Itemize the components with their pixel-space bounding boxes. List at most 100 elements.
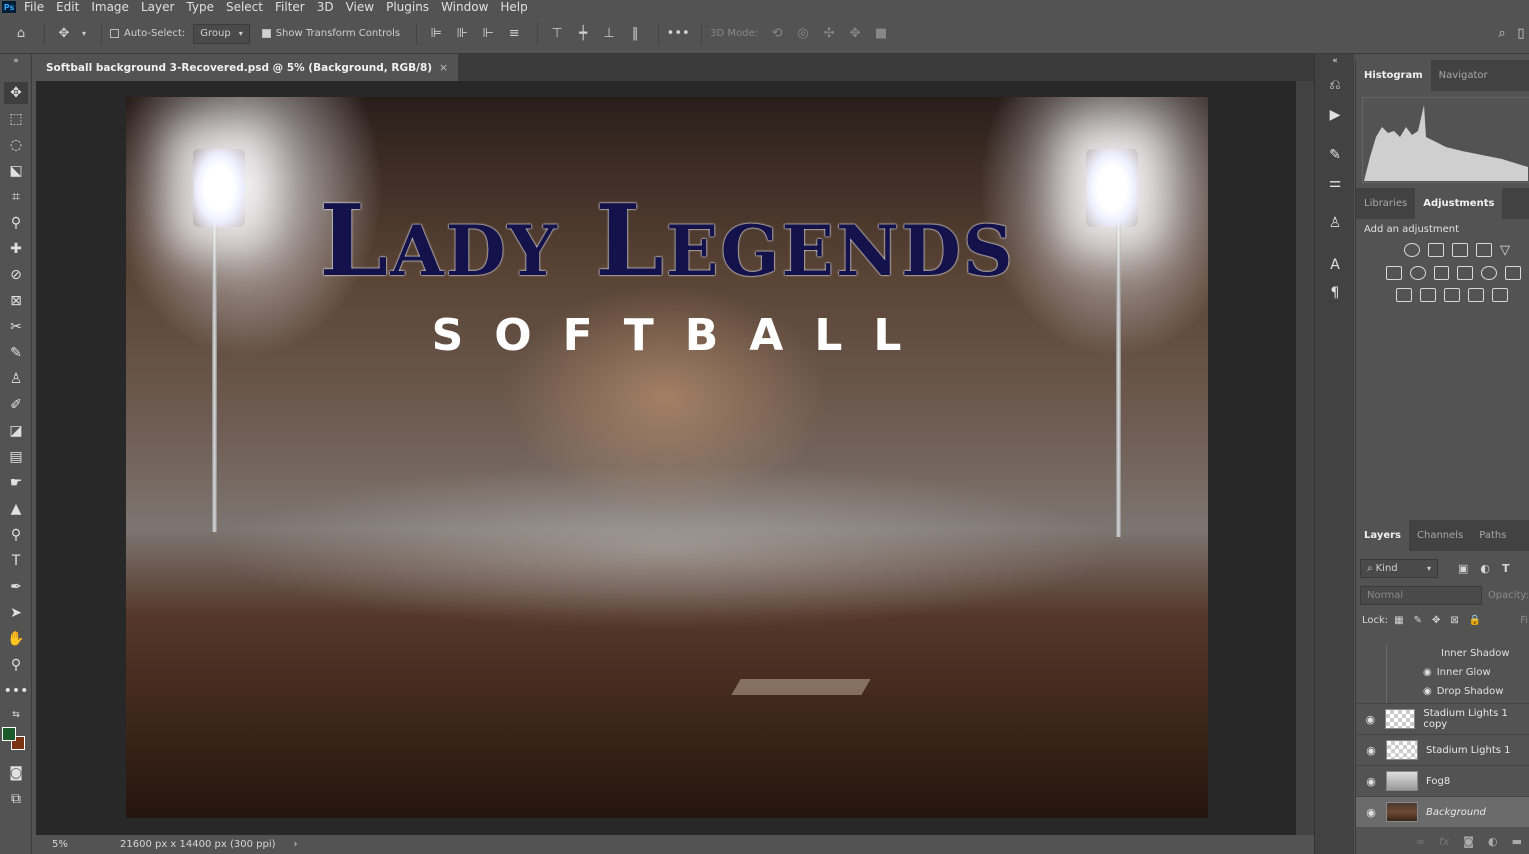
brush-tool-icon[interactable]: ✎ — [4, 342, 28, 364]
menu-select[interactable]: Select — [226, 0, 263, 14]
lock-all-icon[interactable]: 🔒 — [1469, 615, 1481, 626]
dodge-tool-icon[interactable]: ⚲ — [4, 524, 28, 546]
effect-inner-glow[interactable]: ◉ Inner Glow — [1423, 667, 1491, 678]
workspace-icon[interactable]: ▯ — [1517, 23, 1525, 45]
scale-3d-icon[interactable]: ■ — [870, 23, 892, 45]
menu-plugins[interactable]: Plugins — [386, 0, 429, 14]
crop-tool-icon[interactable]: ⌗ — [4, 186, 28, 208]
layer-row[interactable]: ◉ Stadium Lights 1 copy — [1356, 703, 1529, 734]
exposure-icon[interactable] — [1476, 243, 1492, 257]
gradient-map-icon[interactable] — [1468, 288, 1484, 302]
slide-3d-icon[interactable]: ✥ — [844, 23, 866, 45]
distribute-icon[interactable]: ≡ — [503, 23, 525, 45]
tab-layers[interactable]: Layers — [1356, 520, 1409, 551]
search-icon[interactable]: ⌕ — [1491, 23, 1513, 45]
path-select-icon[interactable]: ➤ — [4, 602, 28, 624]
menu-window[interactable]: Window — [441, 0, 488, 14]
chevron-down-icon[interactable]: ▾ — [79, 23, 89, 45]
play-icon[interactable]: ▶ — [1323, 104, 1347, 126]
align-left-icon[interactable]: ⊫ — [425, 23, 447, 45]
new-group-icon[interactable]: ▬ — [1512, 835, 1522, 848]
menu-view[interactable]: View — [346, 0, 374, 14]
align-middle-icon[interactable]: ┿ — [572, 23, 594, 45]
layer-row-selected[interactable]: ◉ Background — [1356, 796, 1529, 827]
color-lookup-icon[interactable] — [1505, 266, 1521, 280]
menu-file[interactable]: File — [24, 0, 44, 14]
eraser-tool-icon[interactable]: ◪ — [4, 420, 28, 442]
document-tab[interactable]: Softball background 3-Recovered.psd @ 5%… — [36, 54, 458, 81]
align-top-icon[interactable]: ⊤ — [546, 23, 568, 45]
kind-filter-dropdown[interactable]: ⌕ Kind ▾ — [1360, 559, 1438, 578]
stamp-tool-icon[interactable]: ♙ — [4, 368, 28, 390]
eye-icon[interactable]: ◉ — [1356, 775, 1386, 788]
clone-source-icon[interactable]: ♙ — [1323, 212, 1347, 234]
align-bottom-icon[interactable]: ⊥ — [598, 23, 620, 45]
character-icon[interactable]: A — [1323, 254, 1347, 276]
zoom-tool-icon[interactable]: ⚲ — [4, 654, 28, 676]
channel-mixer-icon[interactable] — [1481, 266, 1498, 280]
move-tool-icon[interactable]: ✥ — [4, 82, 28, 104]
tab-paths[interactable]: Paths — [1471, 520, 1514, 551]
menu-type[interactable]: Type — [186, 0, 214, 14]
screen-mode-icon[interactable]: ⧉ — [4, 788, 28, 810]
menu-edit[interactable]: Edit — [56, 0, 79, 14]
lock-transparency-icon[interactable]: ▦ — [1394, 615, 1403, 626]
effect-drop-shadow[interactable]: ◉ Drop Shadow — [1423, 686, 1503, 697]
tab-histogram[interactable]: Histogram — [1356, 60, 1431, 91]
zoom-level[interactable]: 5% — [52, 839, 104, 850]
frame-tool-icon[interactable]: ⊠ — [4, 290, 28, 312]
paragraph-icon[interactable]: ¶ — [1323, 282, 1347, 304]
more-options-icon[interactable]: ••• — [667, 23, 690, 45]
collapse-icon[interactable]: « — [1323, 50, 1347, 72]
sharpen-tool-icon[interactable]: ▲ — [4, 498, 28, 520]
link-layers-icon[interactable]: ∞ — [1416, 835, 1425, 848]
distribute-vertical-icon[interactable]: ‖ — [624, 23, 646, 45]
lock-pixels-icon[interactable]: ✎ — [1414, 615, 1422, 626]
menu-filter[interactable]: Filter — [275, 0, 305, 14]
adjustment-layer-icon[interactable]: ◐ — [1488, 835, 1498, 848]
bandage-icon[interactable]: ⊘ — [4, 264, 28, 286]
filter-type-icon[interactable]: T — [1502, 562, 1510, 575]
move-tool-icon[interactable]: ✥ — [53, 23, 75, 45]
more-tools-icon[interactable]: ••• — [4, 680, 29, 702]
hand-tool-icon[interactable]: ✋ — [4, 628, 28, 650]
posterize-icon[interactable] — [1420, 288, 1436, 302]
smudge-tool-icon[interactable]: ☛ — [4, 472, 28, 494]
brightness-icon[interactable] — [1404, 243, 1420, 257]
eye-icon[interactable]: ◉ — [1356, 744, 1386, 757]
foreground-color-swatch[interactable] — [2, 727, 16, 741]
lock-artboard-icon[interactable]: ⊠ — [1450, 615, 1458, 626]
pen-tool-icon[interactable]: ✒ — [4, 576, 28, 598]
document-image[interactable]: Lady Legends SOFTBALL — [126, 97, 1208, 818]
eye-icon[interactable]: ◉ — [1356, 806, 1386, 819]
swap-colors-icon[interactable]: ⇆ — [4, 704, 28, 726]
effect-inner-shadow[interactable]: Inner Shadow — [1441, 648, 1510, 659]
brush-settings-icon[interactable]: ✎ — [1323, 144, 1347, 166]
auto-select-target-dropdown[interactable]: Group ▾ — [193, 23, 250, 44]
filter-image-icon[interactable]: ▣ — [1458, 562, 1468, 575]
tab-libraries[interactable]: Libraries — [1356, 188, 1415, 219]
eye-icon[interactable]: ◉ — [1356, 713, 1385, 726]
eye-icon[interactable]: ◉ — [1423, 667, 1432, 678]
status-menu-arrow[interactable]: › — [294, 839, 298, 850]
pan-3d-icon[interactable]: ✣ — [818, 23, 840, 45]
filter-adjustment-icon[interactable]: ◐ — [1480, 562, 1490, 575]
lock-position-icon[interactable]: ✥ — [1432, 615, 1440, 626]
curves-icon[interactable] — [1452, 243, 1468, 257]
menu-help[interactable]: Help — [500, 0, 527, 14]
gradient-triangle-icon[interactable]: ▽ — [1500, 243, 1510, 258]
levels-icon[interactable] — [1428, 243, 1444, 257]
show-transform-checkbox[interactable]: Show Transform Controls — [261, 28, 400, 39]
type-tool-icon[interactable]: T — [4, 550, 28, 572]
quick-mask-icon[interactable]: ◙ — [4, 762, 28, 784]
lasso-tool-icon[interactable]: ◌ — [4, 134, 28, 156]
healing-brush-icon[interactable]: ✚ — [4, 238, 28, 260]
align-center-icon[interactable]: ⊪ — [451, 23, 473, 45]
tab-channels[interactable]: Channels — [1409, 520, 1471, 551]
history-icon[interactable]: ⎌ — [1323, 74, 1347, 96]
object-select-icon[interactable]: ⬕ — [4, 160, 28, 182]
home-icon[interactable]: ⌂ — [10, 23, 32, 45]
black-white-icon[interactable] — [1433, 266, 1450, 280]
auto-select-checkbox[interactable]: Auto-Select: — [110, 28, 185, 39]
align-right-icon[interactable]: ⊩ — [477, 23, 499, 45]
